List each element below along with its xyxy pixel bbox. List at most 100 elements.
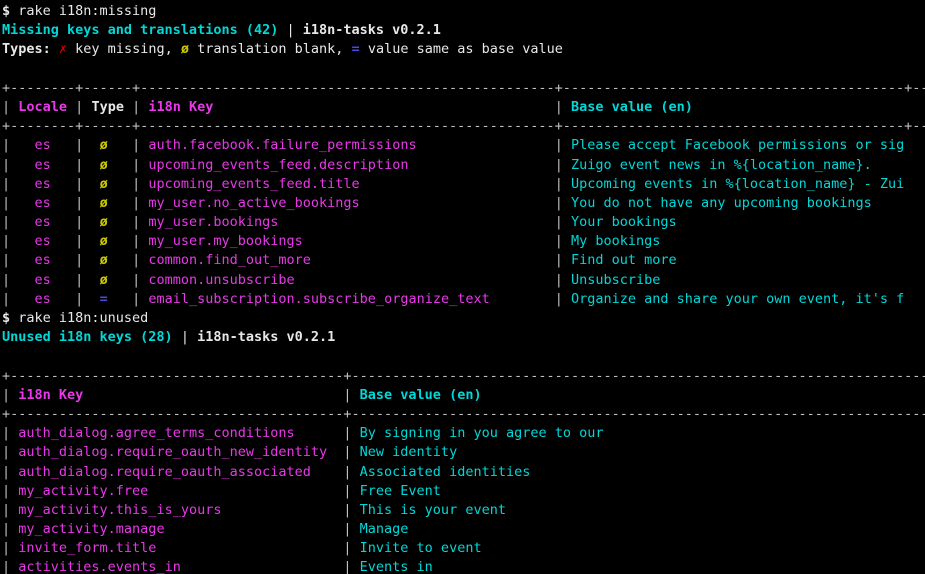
cell-base-value: This is your event bbox=[351, 501, 925, 518]
shell-prompt: $ bbox=[2, 3, 19, 19]
cell-base-value: Events in bbox=[351, 559, 925, 574]
cell-base-value: By signing in you agree to our bbox=[351, 425, 925, 442]
table-pipe: | bbox=[2, 559, 11, 574]
cell-locale: es bbox=[10, 137, 76, 154]
table-rule-top: +---------------------------------------… bbox=[2, 367, 925, 386]
cell-i18n-key: activities.events_in bbox=[10, 559, 344, 574]
column-header-base: Base value (en) bbox=[351, 386, 925, 403]
table-pipe: | bbox=[554, 252, 563, 269]
table-pipe: | bbox=[132, 156, 141, 173]
cell-i18n-key: upcoming_events_feed.title bbox=[140, 175, 555, 192]
type-blank-translation-icon: ø bbox=[83, 252, 133, 269]
table-pipe: | bbox=[2, 386, 11, 403]
table-rule: +---------------------------------------… bbox=[2, 405, 925, 422]
cell-i18n-key: email_subscription.subscribe_organize_te… bbox=[140, 290, 555, 307]
table-pipe: | bbox=[2, 425, 11, 442]
command-line: $ rake i18n:missing bbox=[2, 2, 925, 21]
table-row: | es | ø | upcoming_events_feed.descript… bbox=[2, 156, 925, 175]
table-rule: +--------+------+-----------------------… bbox=[2, 118, 925, 135]
table-rule: +---------------------------------------… bbox=[2, 367, 925, 384]
table-header-row: | Locale | Type | i18n Key | Base value … bbox=[2, 98, 925, 117]
table-pipe: | bbox=[2, 252, 11, 269]
table-pipe: | bbox=[343, 425, 352, 442]
table-pipe: | bbox=[132, 175, 141, 192]
table-pipe: | bbox=[2, 444, 11, 461]
cell-i18n-key: my_activity.free bbox=[10, 482, 344, 499]
table-pipe: | bbox=[2, 271, 11, 288]
type-blank-translation-icon: ø bbox=[83, 233, 133, 250]
table-row: | es | ø | common.find_out_more | Find o… bbox=[2, 251, 925, 270]
table-pipe: | bbox=[132, 98, 141, 115]
table-pipe: | bbox=[2, 463, 11, 480]
table-row: | my_activity.manage | Manage bbox=[2, 520, 925, 539]
cell-base-value: Your bookings bbox=[562, 214, 905, 231]
table-rule-mid: +--------+------+-----------------------… bbox=[2, 117, 925, 136]
section-title-line: Unused i18n keys (28) | i18n-tasks v0.2.… bbox=[2, 328, 925, 347]
cell-base-value: Associated identities bbox=[351, 463, 925, 480]
table-pipe: | bbox=[554, 175, 563, 192]
table-row: | auth_dialog.require_oauth_associated |… bbox=[2, 463, 925, 482]
table-pipe: | bbox=[132, 252, 141, 269]
command-line: $ rake i18n:unused bbox=[2, 309, 925, 328]
cell-i18n-key: my_activity.manage bbox=[10, 521, 344, 538]
column-header-key: i18n Key bbox=[10, 386, 344, 403]
table-pipe: | bbox=[132, 233, 141, 250]
type-blank-translation-icon: ø bbox=[83, 137, 133, 154]
table-rule-mid: +---------------------------------------… bbox=[2, 405, 925, 424]
cell-i18n-key: invite_form.title bbox=[10, 540, 344, 557]
table-row: | invite_form.title | Invite to event bbox=[2, 539, 925, 558]
table-row: | es | = | email_subscription.subscribe_… bbox=[2, 290, 925, 309]
table-pipe: | bbox=[2, 482, 11, 499]
cell-base-value: Unsubscribe bbox=[562, 271, 905, 288]
cell-locale: es bbox=[10, 271, 76, 288]
type-blank-translation-icon: ø bbox=[83, 271, 133, 288]
column-header-type: Type bbox=[83, 98, 133, 115]
cell-i18n-key: auth_dialog.require_oauth_new_identity bbox=[10, 444, 344, 461]
table-pipe: | bbox=[2, 540, 11, 557]
cell-base-value: Organize and share your own event, it's … bbox=[562, 290, 905, 307]
cell-i18n-key: my_activity.this_is_yours bbox=[10, 501, 344, 518]
table-pipe: | bbox=[554, 233, 563, 250]
table-pipe: | bbox=[2, 98, 11, 115]
table-pipe: | bbox=[554, 137, 563, 154]
cell-i18n-key: auth_dialog.agree_terms_conditions bbox=[10, 425, 344, 442]
cell-locale: es bbox=[10, 194, 76, 211]
cell-locale: es bbox=[10, 175, 76, 192]
table-pipe: | bbox=[2, 214, 11, 231]
table-pipe: | bbox=[2, 175, 11, 192]
table-pipe: | bbox=[554, 290, 563, 307]
cell-base-value: Invite to event bbox=[351, 540, 925, 557]
cell-base-value: Free Event bbox=[351, 482, 925, 499]
shell-prompt: $ bbox=[2, 310, 19, 326]
cell-i18n-key: common.find_out_more bbox=[140, 252, 555, 269]
terminal-output[interactable]: $ rake i18n:missing Missing keys and tran… bbox=[0, 0, 925, 574]
table-pipe: | bbox=[554, 271, 563, 288]
table-pipe: | bbox=[343, 540, 352, 557]
legend-text: translation blank, bbox=[188, 41, 352, 58]
table-pipe: | bbox=[554, 156, 563, 173]
table-row: | activities.events_in | Events in bbox=[2, 558, 925, 574]
type-same-value-icon: = bbox=[83, 290, 133, 307]
command-text: rake i18n:unused bbox=[18, 310, 149, 326]
section-title: Unused i18n keys (28) bbox=[2, 329, 173, 346]
table-pipe: | bbox=[554, 194, 563, 211]
cell-i18n-key: my_user.bookings bbox=[140, 214, 555, 231]
legend-text: key missing, bbox=[67, 41, 181, 58]
table-pipe: | bbox=[343, 559, 352, 574]
cell-base-value: New identity bbox=[351, 444, 925, 461]
cell-locale: es bbox=[10, 233, 76, 250]
tool-version: i18n-tasks v0.2.1 bbox=[197, 329, 336, 346]
cell-locale: es bbox=[10, 214, 76, 231]
table-row: | auth_dialog.agree_terms_conditions | B… bbox=[2, 424, 925, 443]
table-pipe: | bbox=[132, 271, 141, 288]
column-header-key: i18n Key bbox=[140, 98, 555, 115]
table-pipe: | bbox=[2, 290, 11, 307]
cell-locale: es bbox=[10, 290, 76, 307]
table-row: | es | ø | my_user.my_bookings | My book… bbox=[2, 232, 925, 251]
cell-i18n-key: auth.facebook.failure_permissions bbox=[140, 137, 555, 154]
table-pipe: | bbox=[343, 463, 352, 480]
cell-locale: es bbox=[10, 156, 76, 173]
table-pipe: | bbox=[554, 98, 563, 115]
cell-i18n-key: my_user.my_bookings bbox=[140, 233, 555, 250]
